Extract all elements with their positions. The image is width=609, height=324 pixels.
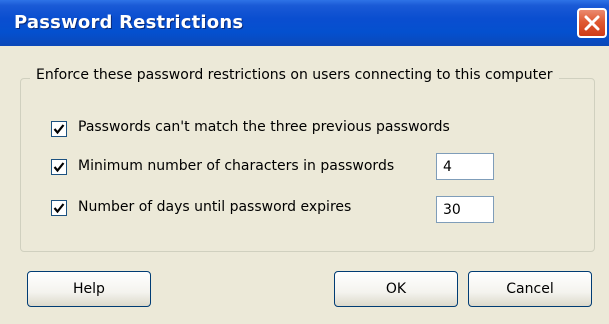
- cancel-button[interactable]: Cancel: [468, 271, 592, 307]
- label-minimum-characters[interactable]: Minimum number of characters in password…: [78, 158, 394, 174]
- help-button[interactable]: Help: [27, 271, 151, 307]
- close-icon: [584, 15, 600, 31]
- checkmark-icon: [53, 203, 65, 214]
- label-days-until-expire[interactable]: Number of days until password expires: [78, 199, 351, 215]
- minimum-characters-input[interactable]: [436, 153, 494, 180]
- label-previous-passwords[interactable]: Passwords can't match the three previous…: [78, 119, 450, 135]
- checkbox-minimum-characters[interactable]: [51, 159, 67, 175]
- checkmark-icon: [53, 124, 65, 135]
- dialog-window: Password Restrictions Enforce these pass…: [0, 0, 609, 324]
- dialog-title: Password Restrictions: [14, 12, 244, 33]
- group-legend: Enforce these password restrictions on u…: [30, 67, 559, 83]
- title-bar[interactable]: Password Restrictions: [0, 0, 609, 46]
- checkbox-previous-passwords[interactable]: [51, 121, 67, 137]
- ok-button[interactable]: OK: [334, 271, 458, 307]
- checkmark-icon: [53, 162, 65, 173]
- checkbox-days-until-expire[interactable]: [51, 200, 67, 216]
- close-button[interactable]: [577, 8, 607, 38]
- days-until-expire-input[interactable]: [436, 196, 494, 223]
